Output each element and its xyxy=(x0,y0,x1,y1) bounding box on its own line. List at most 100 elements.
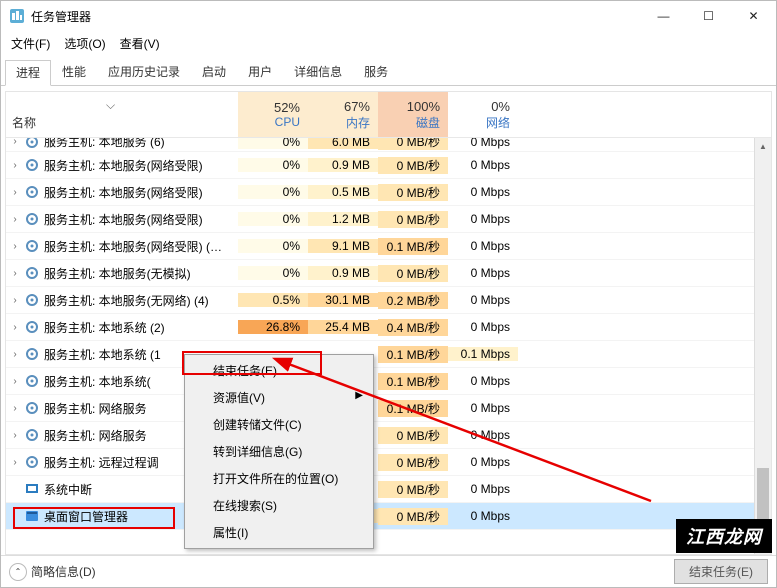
cell-disk: 0 MB/秒 xyxy=(378,454,448,471)
tab-services[interactable]: 服务 xyxy=(353,59,399,85)
process-name: 服务主机: 网络服务 xyxy=(44,400,147,417)
table-row[interactable]: ›服务主机: 本地系统 (10.1 MB/秒0.1 Mbps xyxy=(6,341,771,368)
tab-details[interactable]: 详细信息 xyxy=(283,59,353,85)
table-row[interactable]: ›服务主机: 本地系统(0.1 MB/秒0 Mbps xyxy=(6,368,771,395)
app-icon xyxy=(9,8,25,24)
cell-network: 0 Mbps xyxy=(448,138,518,149)
cell-memory: 6.0 MB xyxy=(308,138,378,149)
close-button[interactable]: ✕ xyxy=(731,1,776,31)
cell-memory: 0.9 MB xyxy=(308,266,378,280)
cell-memory: 25.4 MB xyxy=(308,320,378,334)
menu-options[interactable]: 选项(O) xyxy=(58,33,111,54)
menu-file[interactable]: 文件(F) xyxy=(5,33,56,54)
expand-icon[interactable]: › xyxy=(10,241,20,252)
header-network[interactable]: 0%网络 xyxy=(448,92,518,137)
expand-icon[interactable]: › xyxy=(10,187,20,198)
cell-network: 0 Mbps xyxy=(448,320,518,334)
tab-apphistory[interactable]: 应用历史记录 xyxy=(97,59,191,85)
cell-disk: 0 MB/秒 xyxy=(378,508,448,525)
table-row[interactable]: ›服务主机: 本地系统 (2)26.8%25.4 MB0.4 MB/秒0 Mbp… xyxy=(6,314,771,341)
cell-cpu: 0% xyxy=(238,158,308,172)
process-name: 系统中断 xyxy=(44,481,92,498)
ctx-goto-details[interactable]: 转到详细信息(G) xyxy=(187,438,371,465)
cell-disk: 0 MB/秒 xyxy=(378,265,448,282)
process-name: 服务主机: 本地服务(网络受限) xyxy=(44,184,203,201)
expand-icon[interactable]: › xyxy=(10,349,20,360)
watermark: 江西龙网 xyxy=(676,519,772,553)
context-menu: 结束任务(E) 资源值(V)▶ 创建转储文件(C) 转到详细信息(G) 打开文件… xyxy=(184,354,374,549)
chevron-up-icon: ⌃ xyxy=(9,563,27,581)
menubar: 文件(F) 选项(O) 查看(V) xyxy=(1,31,776,58)
process-name: 服务主机: 本地系统 (1 xyxy=(44,346,161,363)
fewer-details[interactable]: ⌃ 简略信息(D) xyxy=(9,563,96,581)
vertical-scrollbar[interactable]: ▲ ▼ xyxy=(754,138,771,554)
process-name: 桌面窗口管理器 xyxy=(44,508,128,525)
header-cpu[interactable]: 52%CPU xyxy=(238,92,308,137)
table-row[interactable]: ›服务主机: 远程过程调0 MB/秒0 Mbps xyxy=(6,449,771,476)
end-task-button[interactable]: 结束任务(E) xyxy=(674,559,768,584)
expand-icon[interactable]: › xyxy=(10,160,20,171)
ctx-resource-values[interactable]: 资源值(V)▶ xyxy=(187,384,371,411)
scroll-up-icon[interactable]: ▲ xyxy=(755,138,771,155)
expand-icon[interactable]: › xyxy=(10,457,20,468)
tab-performance[interactable]: 性能 xyxy=(51,59,97,85)
table-row[interactable]: ›服务主机: 网络服务0 MB/秒0 Mbps xyxy=(6,422,771,449)
process-icon xyxy=(24,184,40,200)
header-memory[interactable]: 67%内存 xyxy=(308,92,378,137)
expand-icon[interactable]: › xyxy=(10,376,20,387)
table-row[interactable]: ›服务主机: 本地服务(无网络) (4)0.5%30.1 MB0.2 MB/秒0… xyxy=(6,287,771,314)
cell-cpu: 0% xyxy=(238,239,308,253)
header-disk[interactable]: 100%磁盘 xyxy=(378,92,448,137)
cell-cpu: 0.5% xyxy=(238,293,308,307)
expand-icon[interactable]: › xyxy=(10,430,20,441)
ctx-end-task[interactable]: 结束任务(E) xyxy=(187,357,371,384)
table-row[interactable]: ›服务主机: 网络服务0.1 MB/秒0 Mbps xyxy=(6,395,771,422)
expand-icon[interactable]: › xyxy=(10,138,20,147)
process-icon xyxy=(24,138,40,150)
cell-network: 0 Mbps xyxy=(448,266,518,280)
expand-icon[interactable]: › xyxy=(10,214,20,225)
cell-network: 0.1 Mbps xyxy=(448,347,518,361)
cell-cpu: 0% xyxy=(238,138,308,149)
ctx-open-location[interactable]: 打开文件所在的位置(O) xyxy=(187,465,371,492)
table-row[interactable]: ›服务主机: 本地服务(无模拟)0%0.9 MB0 MB/秒0 Mbps xyxy=(6,260,771,287)
table-body: ›服务主机: 本地服务 (6)0%6.0 MB0 MB/秒0 Mbps›服务主机… xyxy=(6,138,771,554)
process-icon xyxy=(24,508,40,524)
expand-icon[interactable]: › xyxy=(10,322,20,333)
process-name: 服务主机: 本地服务(网络受限) xyxy=(44,157,203,174)
tab-startup[interactable]: 启动 xyxy=(191,59,237,85)
cell-disk: 0 MB/秒 xyxy=(378,157,448,174)
cell-network: 0 Mbps xyxy=(448,482,518,496)
minimize-button[interactable]: — xyxy=(641,1,686,31)
ctx-properties[interactable]: 属性(I) xyxy=(187,519,371,546)
cell-memory: 9.1 MB xyxy=(308,239,378,253)
table-row[interactable]: ›服务主机: 本地服务(网络受限)0%1.2 MB0 MB/秒0 Mbps xyxy=(6,206,771,233)
header-name[interactable]: ⌵ 名称 xyxy=(6,92,238,137)
ctx-create-dump[interactable]: 创建转储文件(C) xyxy=(187,411,371,438)
table-row[interactable]: ›服务主机: 本地服务(网络受限) (…0%9.1 MB0.1 MB/秒0 Mb… xyxy=(6,233,771,260)
table-row[interactable]: › 服务主机: 本地服务 (6) 0%6.0 MB0 MB/秒0 Mbps xyxy=(6,138,771,152)
process-icon xyxy=(24,427,40,443)
cell-network: 0 Mbps xyxy=(448,455,518,469)
table-row[interactable]: 系统中断0 MB/秒0 Mbps xyxy=(6,476,771,503)
table-row[interactable]: ›服务主机: 本地服务(网络受限)0%0.9 MB0 MB/秒0 Mbps xyxy=(6,152,771,179)
process-name: 服务主机: 本地服务 (6) xyxy=(44,138,165,150)
process-icon xyxy=(24,454,40,470)
process-name: 服务主机: 本地服务(无模拟) xyxy=(44,265,191,282)
expand-icon[interactable]: › xyxy=(10,295,20,306)
ctx-search-online[interactable]: 在线搜索(S) xyxy=(187,492,371,519)
cell-network: 0 Mbps xyxy=(448,401,518,415)
tab-processes[interactable]: 进程 xyxy=(5,60,51,86)
cell-disk: 0.4 MB/秒 xyxy=(378,319,448,336)
cell-disk: 0.1 MB/秒 xyxy=(378,373,448,390)
maximize-button[interactable]: ☐ xyxy=(686,1,731,31)
table-row[interactable]: ›服务主机: 本地服务(网络受限)0%0.5 MB0 MB/秒0 Mbps xyxy=(6,179,771,206)
menu-view[interactable]: 查看(V) xyxy=(114,33,166,54)
expand-icon[interactable]: › xyxy=(10,403,20,414)
process-icon xyxy=(24,400,40,416)
cell-cpu: 0% xyxy=(238,185,308,199)
table-row[interactable]: 桌面窗口管理器0%10.7 MB0 MB/秒0 Mbps xyxy=(6,503,771,530)
cell-disk: 0 MB/秒 xyxy=(378,138,448,150)
expand-icon[interactable]: › xyxy=(10,268,20,279)
tab-users[interactable]: 用户 xyxy=(237,59,283,85)
